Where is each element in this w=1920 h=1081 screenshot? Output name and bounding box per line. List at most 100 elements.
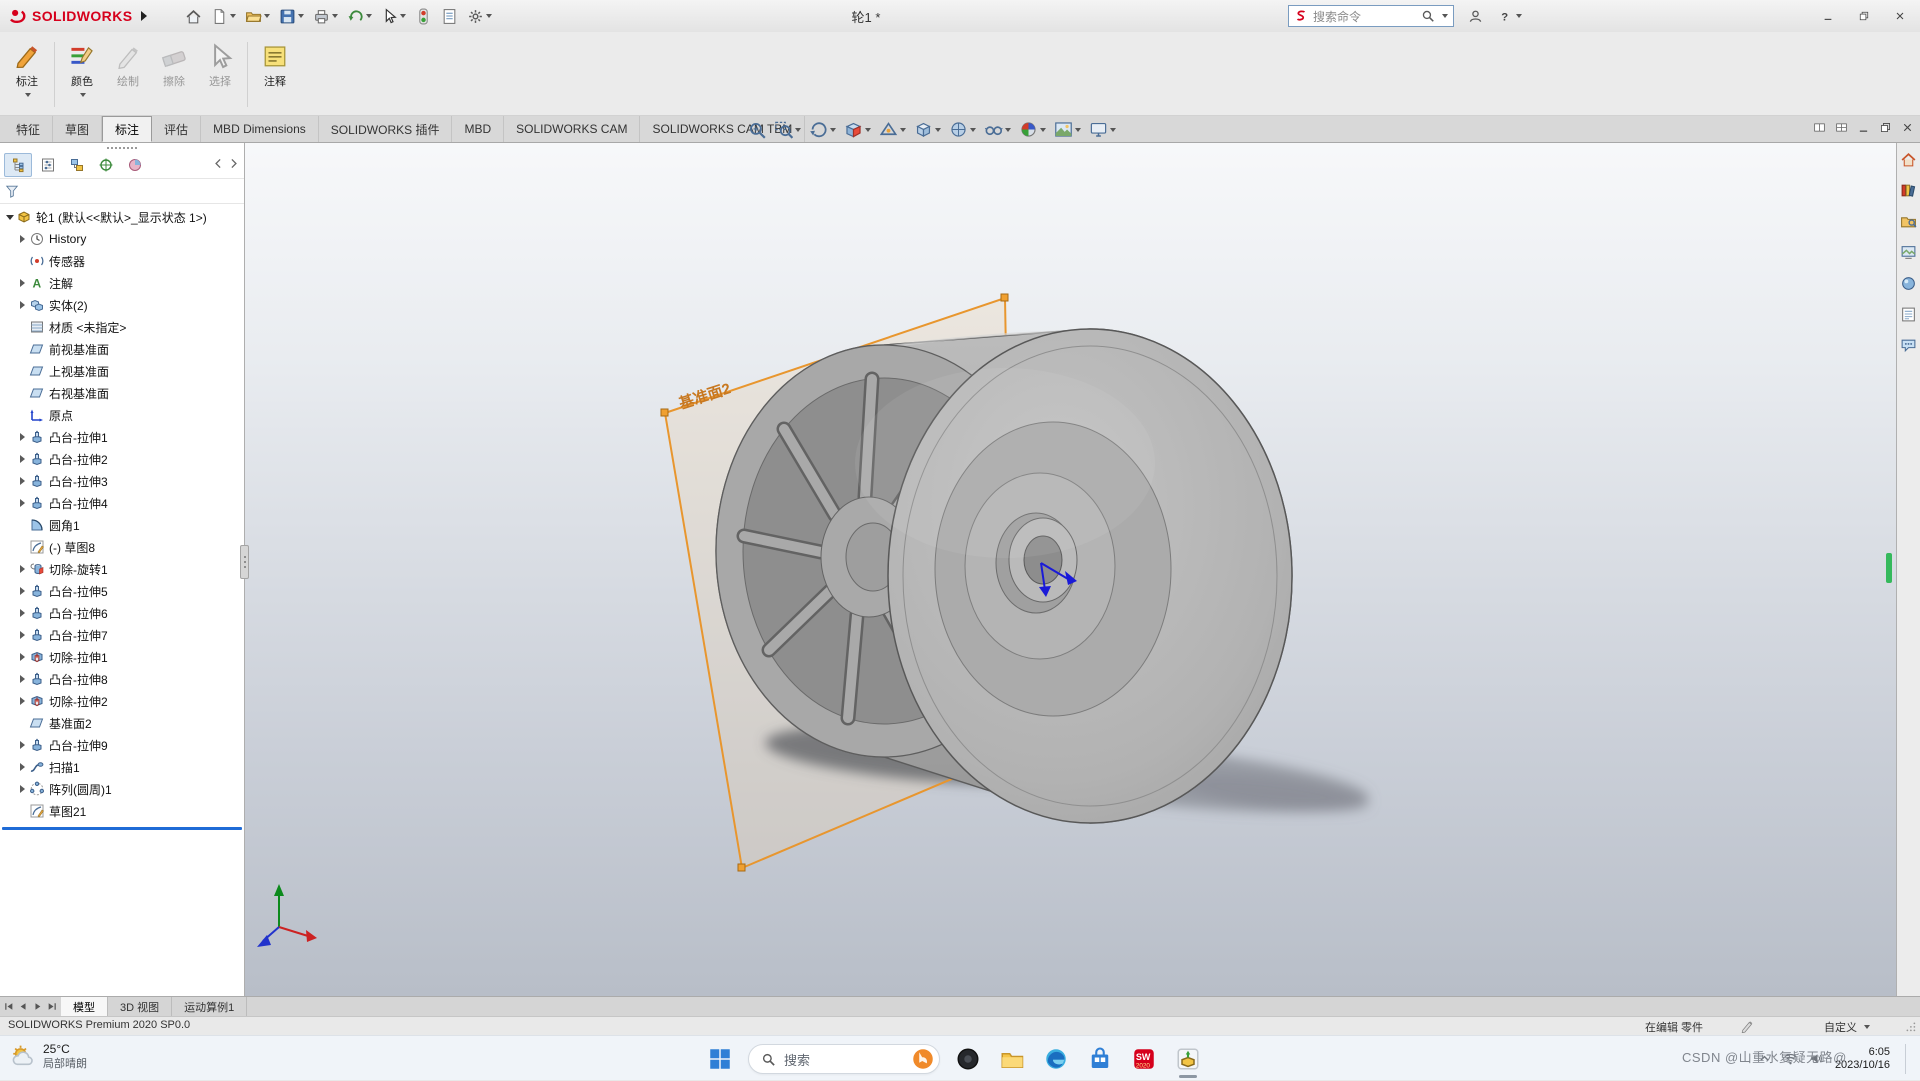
expand-arrow-icon[interactable]: [16, 272, 29, 294]
doc-tab-motion-study-1[interactable]: 运动算例1: [172, 997, 247, 1016]
tree-item[interactable]: 上视基准面: [0, 360, 244, 382]
expand-arrow-icon[interactable]: [16, 448, 29, 470]
undo-button[interactable]: [344, 5, 375, 28]
tree-item[interactable]: 前视基准面: [0, 338, 244, 360]
volume-icon[interactable]: [1809, 1051, 1824, 1066]
3d-scene[interactable]: 基准面2: [245, 143, 1896, 996]
doc-tab-3d-views[interactable]: 3D 视图: [108, 997, 172, 1016]
expand-arrow-icon[interactable]: [16, 470, 29, 492]
search-icon[interactable]: [1421, 9, 1435, 23]
filter-funnel-icon[interactable]: [5, 184, 19, 198]
expanded-arrow-icon[interactable]: [3, 206, 16, 228]
close-button[interactable]: [1882, 2, 1918, 30]
search-dropdown-arrow-icon[interactable]: [1442, 14, 1448, 18]
viewport-layout-button[interactable]: [1813, 121, 1826, 134]
tab-solidworks-addins[interactable]: SOLIDWORKS 插件: [319, 116, 453, 142]
first-tab-icon[interactable]: [3, 1000, 16, 1013]
tree-item[interactable]: 凸台-拉伸5: [0, 580, 244, 602]
markup-button[interactable]: 标注: [4, 34, 50, 115]
panel-grip[interactable]: [0, 143, 244, 152]
tree-item[interactable]: History: [0, 228, 244, 250]
color-button[interactable]: 颜色: [59, 34, 105, 115]
microsoft-store-button[interactable]: [1084, 1043, 1116, 1075]
edit-appearance-button[interactable]: [1017, 119, 1048, 140]
zoom-fit-button[interactable]: [745, 119, 768, 140]
annotation-view-button[interactable]: [877, 119, 908, 140]
document-minimize-button[interactable]: [1857, 121, 1870, 134]
tree-item[interactable]: A注解: [0, 272, 244, 294]
view-orientation-button[interactable]: [912, 119, 943, 140]
taskpane-forum-button[interactable]: [1900, 337, 1917, 357]
doc-tab-model[interactable]: 模型: [61, 997, 108, 1016]
tab-sketch[interactable]: 草图: [53, 116, 102, 142]
previous-view-button[interactable]: [807, 119, 838, 140]
tree-item[interactable]: 原点: [0, 404, 244, 426]
document-restore-button[interactable]: [1879, 121, 1892, 134]
taskpane-file-explorer-button[interactable]: [1900, 213, 1917, 233]
configurationmanager-tab[interactable]: [64, 154, 90, 176]
tree-item[interactable]: 凸台-拉伸6: [0, 602, 244, 624]
featuremanager-tree-tab[interactable]: [4, 153, 32, 177]
expand-arrow-icon[interactable]: [16, 492, 29, 514]
tree-item[interactable]: 凸台-拉伸2: [0, 448, 244, 470]
rollback-bar[interactable]: [2, 827, 242, 830]
document-close-button[interactable]: [1901, 121, 1914, 134]
tree-item[interactable]: 凸台-拉伸9: [0, 734, 244, 756]
tree-item[interactable]: (-) 草图8: [0, 536, 244, 558]
tree-item[interactable]: 右视基准面: [0, 382, 244, 404]
tab-mbd[interactable]: MBD: [452, 116, 504, 142]
solidworks-active-button[interactable]: [1172, 1043, 1204, 1075]
hide-show-items-button[interactable]: [982, 119, 1013, 140]
expand-arrow-icon[interactable]: [16, 624, 29, 646]
bing-icon[interactable]: [911, 1047, 935, 1071]
tree-item[interactable]: 切除-旋转1: [0, 558, 244, 580]
next-tab-icon[interactable]: [31, 1000, 44, 1013]
tree-item[interactable]: 阵列(圆周)1: [0, 778, 244, 800]
display-style-button[interactable]: [947, 119, 978, 140]
last-tab-icon[interactable]: [45, 1000, 58, 1013]
note-button[interactable]: 注释: [252, 34, 298, 115]
scroll-indicator[interactable]: [1886, 553, 1892, 583]
view-settings-button[interactable]: [1087, 119, 1118, 140]
tree-item[interactable]: 切除-拉伸1: [0, 646, 244, 668]
status-customize-button[interactable]: 自定义: [1824, 1019, 1870, 1035]
start-button[interactable]: [704, 1043, 736, 1075]
expand-arrow-icon[interactable]: [16, 734, 29, 756]
tab-features[interactable]: 特征: [4, 116, 53, 142]
expand-arrow-icon[interactable]: [16, 778, 29, 800]
tree-item[interactable]: 草图21: [0, 800, 244, 822]
tree-item[interactable]: 凸台-拉伸4: [0, 492, 244, 514]
expand-arrow-icon[interactable]: [16, 294, 29, 316]
tree-filter-bar[interactable]: [0, 178, 244, 204]
select-button[interactable]: [378, 5, 409, 28]
tree-item[interactable]: 圆角1: [0, 514, 244, 536]
propertymanager-tab[interactable]: [35, 154, 61, 176]
apply-scene-button[interactable]: [1052, 119, 1083, 140]
expand-arrow-icon[interactable]: [16, 580, 29, 602]
expand-arrow-icon[interactable]: [16, 756, 29, 778]
taskpane-appearances-button[interactable]: [1900, 275, 1917, 295]
taskbar-clock[interactable]: 6:05 2023/10/16: [1835, 1046, 1890, 1072]
expand-arrow-icon[interactable]: [16, 228, 29, 250]
solidworks-2020-button[interactable]: SW2020: [1128, 1043, 1160, 1075]
tree-item[interactable]: 凸台-拉伸1: [0, 426, 244, 448]
previous-tab-icon[interactable]: [17, 1000, 30, 1013]
menu-expand-arrow-icon[interactable]: [141, 11, 147, 21]
fm-tabs-scroll-right[interactable]: [227, 157, 240, 173]
print-button[interactable]: [310, 5, 341, 28]
zoom-area-button[interactable]: [772, 119, 803, 140]
tab-solidworks-cam[interactable]: SOLIDWORKS CAM: [504, 116, 640, 142]
tab-mbd-dimensions[interactable]: MBD Dimensions: [201, 116, 319, 142]
home-button[interactable]: [182, 5, 205, 28]
taskpane-custom-properties-button[interactable]: [1900, 306, 1917, 326]
pinned-app-dark-button[interactable]: [952, 1043, 984, 1075]
expand-arrow-icon[interactable]: [16, 690, 29, 712]
show-desktop-button[interactable]: [1905, 1044, 1910, 1074]
taskpane-resources-button[interactable]: [1900, 151, 1917, 171]
tree-root-item[interactable]: 轮1 (默认<<默认>_显示状态 1>): [0, 206, 244, 228]
viewport-split-button[interactable]: [1835, 121, 1848, 134]
tree-item[interactable]: 切除-拉伸2: [0, 690, 244, 712]
expand-arrow-icon[interactable]: [16, 646, 29, 668]
edge-browser-button[interactable]: [1040, 1043, 1072, 1075]
tree-item[interactable]: 传感器: [0, 250, 244, 272]
